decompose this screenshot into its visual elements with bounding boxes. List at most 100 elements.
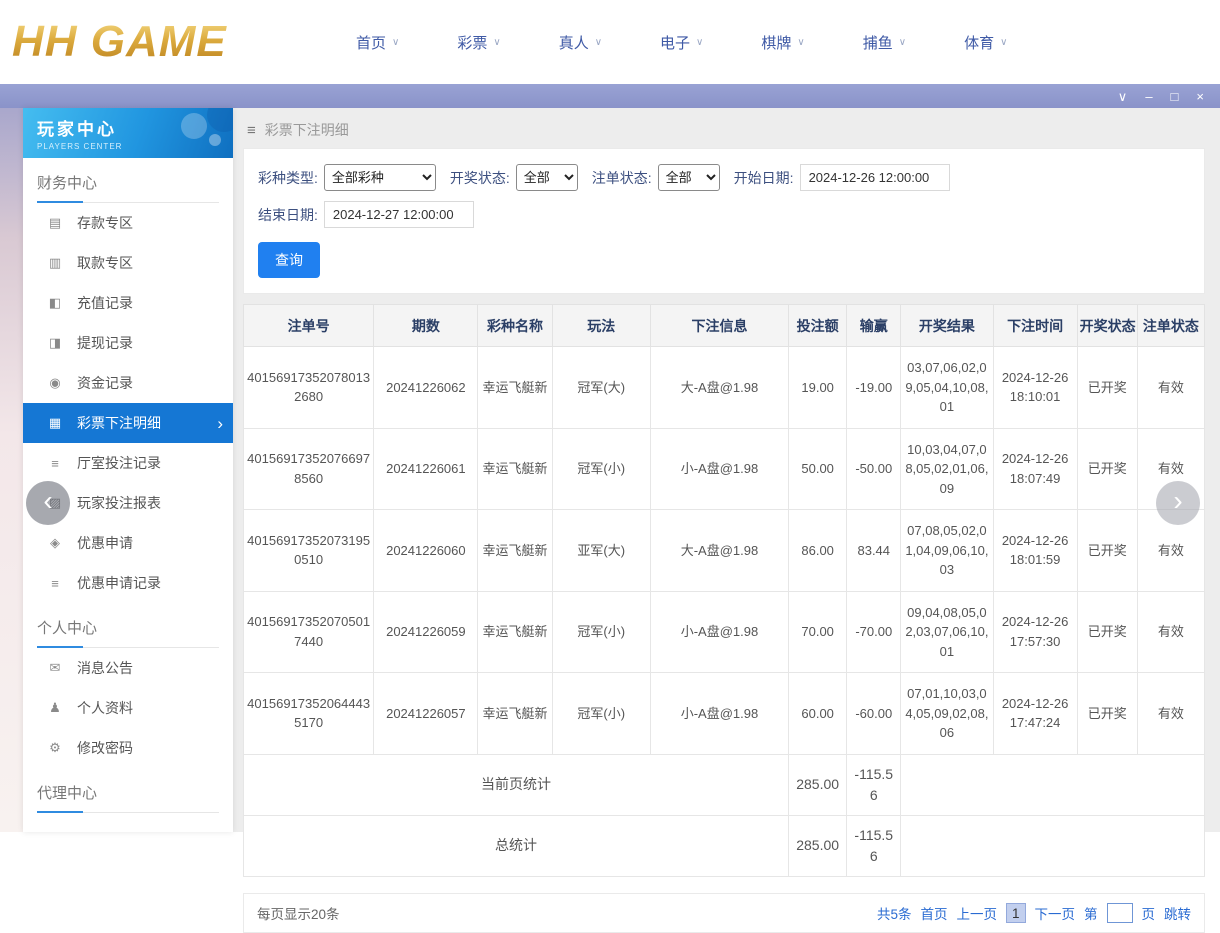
cell-play: 冠军(小)	[551, 427, 651, 510]
summary-empty	[900, 814, 1205, 877]
cell-result: 07,08,05,02,01,04,09,06,10,03	[900, 509, 994, 592]
prev-page-link[interactable]: 上一页	[956, 903, 997, 923]
close-icon[interactable]: ×	[1196, 90, 1204, 103]
query-button[interactable]: 查询	[258, 242, 320, 278]
current-page[interactable]: 1	[1005, 902, 1026, 923]
withdraw-icon: ▥	[48, 255, 62, 270]
sidebar-item-label: 优惠申请记录	[77, 575, 161, 591]
table-row: 401569173520780132680 20241226062 幸运飞艇新 冠军(…	[242, 346, 1206, 429]
sidebar-item-personal-profile[interactable]: ♟ 个人资料	[23, 688, 233, 728]
draw-status-filter: 开奖状态: 全部	[450, 164, 578, 191]
cell-draw_status: 已开奖	[1076, 427, 1138, 510]
jump-prefix: 第	[1084, 906, 1098, 922]
sidebar-section-title: 财务中心	[37, 172, 219, 203]
first-page-link[interactable]: 首页	[920, 903, 947, 923]
cell-bet_info: 小-A盘@1.98	[649, 427, 790, 510]
sidebar-item-funds-record[interactable]: ◉ 资金记录	[23, 363, 233, 403]
sidebar-item-recharge-record[interactable]: ◧ 充值记录	[23, 283, 233, 323]
sidebar-section-title: 个人中心	[37, 617, 219, 648]
bell-icon: ✉	[49, 660, 61, 675]
lottery-type-select[interactable]: 全部彩种	[323, 164, 436, 191]
column-header: 下注信息	[649, 304, 790, 347]
jump-suffix: 页	[1141, 906, 1156, 922]
nav-item[interactable]: 电子 ∨	[660, 32, 703, 53]
table-row: 401569173520644435170 20241226057 幸运飞艇新 冠军(…	[242, 672, 1206, 755]
cell-amount: 50.00	[788, 427, 848, 510]
summary-empty	[900, 753, 1205, 816]
cell-lottery: 幸运飞艇新	[477, 509, 553, 592]
table-row: 401569173520705017440 20241226059 幸运飞艇新 冠军(…	[242, 590, 1206, 673]
sidebar-item-message-notice[interactable]: ✉ 消息公告	[23, 648, 233, 688]
cell-amount: 86.00	[788, 509, 848, 592]
cell-winloss: -19.00	[846, 346, 902, 429]
carousel-prev-button[interactable]: ‹	[26, 481, 70, 525]
cell-time: 2024-12-26 17:47:24	[992, 672, 1078, 755]
chevron-down-icon: ∨	[898, 36, 907, 48]
nav-item-label: 首页	[356, 34, 387, 52]
hall-bet-record-icon: ≡	[51, 455, 59, 471]
nav-item[interactable]: 真人 ∨	[559, 32, 602, 53]
top-header: HH GAME 首页 ∨ 彩票 ∨ 真人 ∨ 电子 ∨ 棋牌 ∨ 捕鱼 ∨ 体育 ∨	[0, 0, 1220, 84]
funds-record-icon: ◉	[49, 375, 61, 390]
summary-row: 当前页统计 285.00 -115.56	[242, 753, 1205, 816]
summary-winloss: -115.56	[846, 814, 902, 877]
table-row: 401569173520766978560 20241226061 幸运飞艇新 冠军(…	[242, 427, 1206, 510]
page-size-text: 每页显示20条	[257, 906, 340, 922]
sidebar-item-withdraw-record[interactable]: ◨ 提现记录	[23, 323, 233, 363]
draw-status-select[interactable]: 全部	[515, 164, 578, 191]
column-header: 玩法	[551, 304, 651, 347]
end-date-input[interactable]	[323, 201, 474, 228]
start-date-input[interactable]	[799, 164, 950, 191]
user-icon: ♟	[49, 700, 61, 715]
cell-order_status: 有效	[1136, 672, 1206, 755]
order-status-filter: 注单状态: 全部	[592, 164, 720, 191]
cell-time: 2024-12-26 18:10:01	[992, 346, 1078, 429]
summary-winloss: -115.56	[846, 753, 902, 816]
lottery-bet-detail-icon: ▦	[48, 415, 62, 430]
sidebar-item-promo-apply[interactable]: ◈ 优惠申请	[23, 523, 233, 563]
summary-label: 总统计	[242, 814, 790, 877]
cell-order_no: 401569173520766978560	[242, 427, 375, 510]
end-date-filter: 结束日期:	[258, 201, 474, 228]
nav-item-label: 体育	[964, 34, 995, 52]
start-date-label: 开始日期:	[733, 169, 794, 186]
cell-lottery: 幸运飞艇新	[477, 672, 553, 755]
draw-status-label: 开奖状态:	[449, 169, 510, 186]
window-title-bar: ∨ – □ ×	[0, 84, 1220, 108]
sidebar-item-hall-bet-record[interactable]: ≡ 厅室投注记录	[23, 443, 233, 483]
order-status-select[interactable]: 全部	[657, 164, 720, 191]
table-header-row: 注单号 期数 彩种名称 玩法 下注信息 投注额 输赢 开奖结果 下注时间 开奖状态 注单状态	[242, 304, 1206, 347]
sidebar-item-change-password[interactable]: ⚙ 修改密码	[23, 728, 233, 768]
nav-item[interactable]: 棋牌 ∨	[761, 32, 804, 53]
hamburger-icon[interactable]: ≡	[247, 122, 256, 139]
nav-item[interactable]: 体育 ∨	[964, 32, 1007, 53]
carousel-next-button[interactable]: ›	[1156, 481, 1200, 525]
maximize-icon[interactable]: □	[1171, 90, 1179, 103]
cell-order_no: 401569173520644435170	[242, 672, 375, 755]
total-count: 共5条	[876, 906, 912, 922]
cell-bet_info: 大-A盘@1.98	[649, 346, 790, 429]
sidebar-subtitle: PLAYERS CENTER	[37, 142, 123, 151]
next-page-link[interactable]: 下一页	[1035, 903, 1076, 923]
sidebar-item-label: 优惠申请	[77, 535, 133, 551]
sidebar-item-promo-apply-record[interactable]: ≡ 优惠申请记录	[23, 563, 233, 603]
cell-play: 亚军(大)	[551, 509, 651, 592]
sidebar-item-withdraw-zone[interactable]: ▥ 取款专区	[23, 243, 233, 283]
cell-order_no: 401569173520705017440	[242, 590, 375, 673]
nav-item[interactable]: 首页 ∨	[356, 32, 399, 53]
brand-logo[interactable]: HH GAME	[12, 17, 308, 67]
cell-result: 09,04,08,05,02,03,07,06,10,01	[900, 590, 994, 673]
minimize-icon[interactable]: –	[1145, 90, 1152, 103]
cell-play: 冠军(大)	[551, 346, 651, 429]
nav-item[interactable]: 捕鱼 ∨	[863, 32, 906, 53]
summary-amount: 285.00	[788, 814, 848, 877]
sidebar-item-lottery-bet-detail[interactable]: ▦ 彩票下注明细 ›	[23, 403, 233, 443]
cell-winloss: -70.00	[846, 590, 902, 673]
collapse-icon[interactable]: ∨	[1118, 90, 1128, 103]
nav-item[interactable]: 彩票 ∨	[457, 32, 500, 53]
sidebar-item-deposit-zone[interactable]: ▤ 存款专区	[23, 203, 233, 243]
sidebar-item-label: 消息公告	[77, 660, 133, 676]
page-jump-input[interactable]	[1106, 902, 1133, 923]
jump-button[interactable]: 跳转	[1164, 903, 1191, 923]
cell-result: 07,01,10,03,04,05,09,02,08,06	[900, 672, 994, 755]
